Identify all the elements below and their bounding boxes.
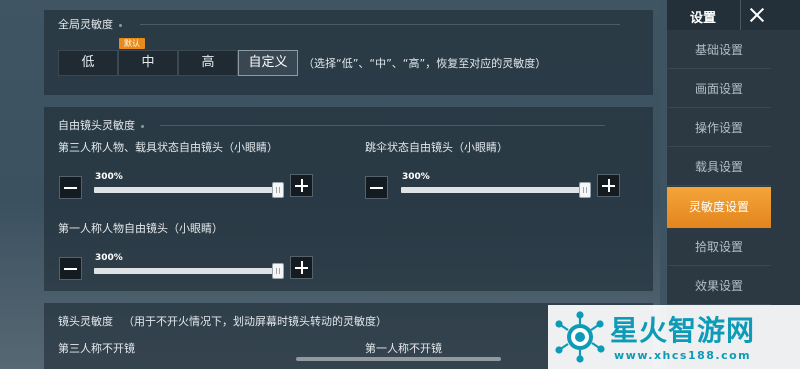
slider-value: 300% [95,172,123,182]
slider-value: 300% [402,172,430,182]
sidebar-item-graphics[interactable]: 画面设置 [667,70,771,108]
plus-button[interactable] [290,174,313,197]
sensitivity-hint: （选择“低”、“中”、“高”，恢复至对应的灵敏度） [303,57,547,70]
parachute-free-camera-slider[interactable] [401,182,591,198]
default-badge: 默认 [119,38,145,49]
third-person-free-camera-slider[interactable] [94,182,284,198]
watermark-brand: 星火智游网 [610,314,756,347]
global-sensitivity-title: 全局灵敏度 [58,16,122,32]
slider-fill [94,268,278,274]
sensitivity-low-button[interactable]: 低 [58,50,118,76]
section-divider [160,125,605,126]
minus-button[interactable] [59,257,82,280]
first-person-free-camera-slider[interactable] [94,263,284,279]
watermark: 星火智游网 www.xhcs188.com [548,305,800,369]
plus-button[interactable] [290,256,313,279]
minus-button[interactable] [59,176,82,199]
first-person-no-scope-label: 第一人称不开镜 [365,342,442,355]
minus-button[interactable] [365,176,388,199]
scroll-indicator [296,357,501,361]
slider-thumb[interactable] [272,182,284,198]
slider-fill [94,187,278,193]
sidebar-title: 设置 [690,11,717,26]
watermark-url: www.xhcs188.com [614,349,752,362]
sidebar-item-effects[interactable]: 效果设置 [667,267,771,305]
sidebar-header: 设置 [667,0,800,30]
brand-logo-icon [555,311,605,363]
sidebar-item-sensitivity[interactable]: 灵敏度设置 [667,187,771,228]
sensitivity-high-button[interactable]: 高 [178,50,238,76]
sidebar-item-controls[interactable]: 操作设置 [667,109,771,147]
camera-sensitivity-title: 镜头灵敏度 （用于不开火情况下，划动屏幕时镜头转动的灵敏度） [58,315,387,328]
sidebar-item-vehicle[interactable]: 载具设置 [667,148,771,186]
sidebar-item-basic[interactable]: 基础设置 [667,31,771,69]
slider-thumb[interactable] [272,263,284,279]
divider [740,0,741,30]
sidebar-item-pickup[interactable]: 拾取设置 [667,228,771,266]
third-person-free-camera-label: 第三人称人物、载具状态自由镜头（小眼睛） [58,141,278,154]
third-person-no-scope-label: 第三人称不开镜 [58,342,135,355]
parachute-free-camera-label: 跳伞状态自由镜头（小眼睛） [365,141,508,154]
plus-button[interactable] [597,174,620,197]
close-icon[interactable] [742,0,772,30]
section-divider [140,24,620,25]
first-person-free-camera-label: 第一人称人物自由镜头（小眼睛） [58,222,223,235]
free-camera-panel [44,107,653,291]
sensitivity-medium-button[interactable]: 中 [118,50,178,76]
slider-value: 300% [95,253,123,263]
slider-thumb[interactable] [579,182,591,198]
free-camera-title: 自由镜头灵敏度 [58,117,144,133]
slider-fill [401,187,585,193]
sensitivity-custom-button[interactable]: 自定义 [238,50,298,76]
